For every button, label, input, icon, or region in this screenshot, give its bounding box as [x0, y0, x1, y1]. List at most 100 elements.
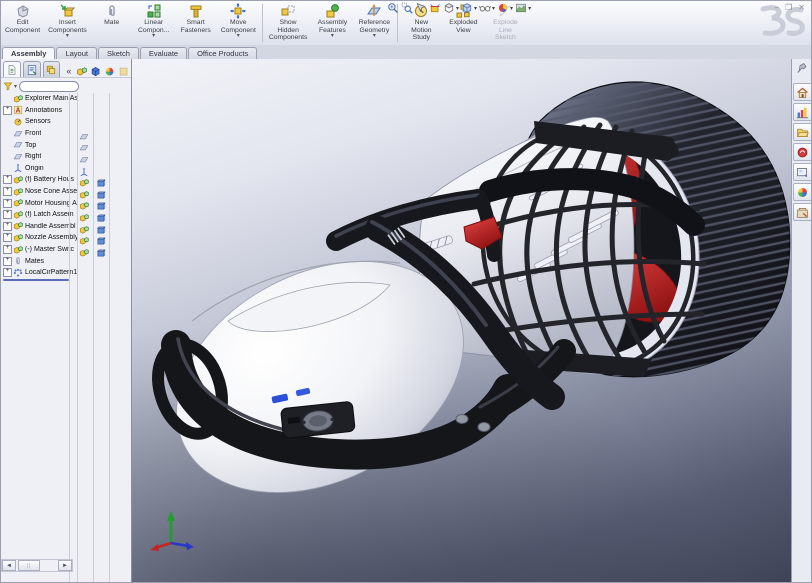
assembly-features-button[interactable]: AssemblyFeatures▾: [311, 1, 353, 45]
tree-item-origin[interactable]: Origin: [1, 163, 131, 175]
minimize-button[interactable]: –: [775, 3, 779, 13]
tree-item-sensors[interactable]: Sensors: [1, 116, 131, 128]
tree-item--f-battery-hous[interactable]: +(f) Battery Hous: [1, 174, 131, 186]
tab-layout[interactable]: Layout: [56, 47, 97, 59]
scroll-right-arrow[interactable]: ►: [58, 560, 72, 571]
tree-item--master-switc[interactable]: +(-) Master Switc: [1, 244, 131, 256]
propertymanager-tab[interactable]: [23, 61, 41, 77]
tree-item-motor-housing-a[interactable]: +Motor Housing A: [1, 197, 131, 209]
search-button[interactable]: [793, 143, 812, 161]
display-pane-bluebox-icon[interactable]: [96, 210, 106, 220]
expand-toggle[interactable]: +: [3, 106, 12, 115]
tree-item-handle-assembl[interactable]: +Handle Assembl: [1, 221, 131, 233]
tree-item-right[interactable]: Right: [1, 151, 131, 163]
display-pane-plane-icon[interactable]: [79, 129, 89, 139]
insert-components-button[interactable]: InsertComponents▾: [44, 1, 91, 45]
zoom-to-area-button[interactable]: [401, 2, 413, 14]
file-explorer-button[interactable]: [793, 123, 812, 141]
display-pane-display-mode-header[interactable]: [90, 64, 101, 76]
display-pane-appearance-header[interactable]: [104, 64, 115, 76]
dropdown-caret-icon[interactable]: ▾: [510, 5, 513, 12]
restore-button[interactable]: ❐: [785, 3, 792, 13]
scroll-thumb[interactable]: ||: [18, 560, 40, 571]
display-pane-component-icon[interactable]: [79, 233, 89, 243]
linear-component-pattern-button[interactable]: LinearCompon...▾: [133, 1, 175, 45]
dropdown-caret-icon[interactable]: ▾: [152, 34, 155, 39]
collapse-display-pane-button[interactable]: «: [66, 66, 71, 76]
tree-item-nozzle-assembly[interactable]: +Nozzle Assembly: [1, 232, 131, 244]
pushpin-icon[interactable]: [796, 61, 810, 73]
display-pane-bluebox-icon[interactable]: [96, 245, 106, 255]
expand-toggle[interactable]: +: [3, 222, 12, 231]
dropdown-caret-icon[interactable]: ▾: [237, 34, 240, 39]
dropdown-caret-icon[interactable]: ▾: [528, 5, 531, 12]
hide-show-items-button[interactable]: ▾: [479, 2, 495, 14]
rollback-bar[interactable]: [3, 279, 69, 281]
expand-toggle[interactable]: +: [3, 268, 12, 277]
tree-item-nose-cone-asse[interactable]: +Nose Cone Asse: [1, 186, 131, 198]
tab-sketch[interactable]: Sketch: [98, 47, 139, 59]
expand-toggle[interactable]: +: [3, 233, 12, 242]
graphics-area[interactable]: [132, 59, 791, 583]
tab-assembly[interactable]: Assembly: [2, 47, 55, 59]
scroll-track[interactable]: [40, 560, 58, 571]
tree-item-annotations[interactable]: +Annotations: [1, 105, 131, 117]
zoom-to-selection-button[interactable]: [415, 2, 427, 14]
expand-toggle[interactable]: +: [3, 199, 12, 208]
dropdown-caret-icon[interactable]: ▾: [474, 5, 477, 12]
appearances-scenes-button[interactable]: [793, 183, 812, 201]
display-pane-component-icon[interactable]: [79, 187, 89, 197]
tree-item-top[interactable]: Top: [1, 139, 131, 151]
display-pane-bluebox-icon[interactable]: [96, 187, 106, 197]
display-pane-bluebox-icon[interactable]: [96, 175, 106, 185]
display-pane-plane-icon[interactable]: [79, 152, 89, 162]
tree-filter-input[interactable]: [19, 81, 79, 92]
display-pane-transparency-header[interactable]: [118, 64, 129, 76]
display-pane-component-icon[interactable]: [79, 175, 89, 185]
display-pane-hide-show-header[interactable]: [76, 64, 87, 76]
display-pane-bluebox-icon[interactable]: [96, 233, 106, 243]
display-pane-bluebox-icon[interactable]: [96, 198, 106, 208]
configurationmanager-tab[interactable]: [43, 61, 61, 77]
smart-fasteners-button[interactable]: SmartFasteners: [175, 1, 217, 45]
scroll-left-arrow[interactable]: ◄: [2, 560, 16, 571]
solidworks-resources-button[interactable]: [793, 83, 812, 101]
expand-toggle[interactable]: +: [3, 175, 12, 184]
dropdown-caret-icon[interactable]: ▾: [331, 34, 334, 39]
display-pane-component-icon[interactable]: [79, 222, 89, 232]
custom-properties-button[interactable]: [793, 203, 812, 221]
expand-toggle[interactable]: +: [3, 245, 12, 254]
filter-caret-icon[interactable]: ▾: [14, 83, 17, 90]
move-component-button[interactable]: MoveComponent▾: [217, 1, 260, 45]
display-pane-component-icon[interactable]: [79, 198, 89, 208]
display-pane-plane-icon[interactable]: [79, 140, 89, 150]
edit-component-button[interactable]: EditComponent: [1, 1, 44, 45]
show-hidden-components-button[interactable]: ShowHiddenComponents: [265, 1, 312, 45]
dropdown-caret-icon[interactable]: ▾: [373, 34, 376, 39]
display-style-button[interactable]: ▾: [461, 2, 477, 14]
tree-item-front[interactable]: Front: [1, 128, 131, 140]
tab-evaluate[interactable]: Evaluate: [140, 47, 187, 59]
dropdown-caret-icon[interactable]: ▾: [66, 34, 69, 39]
display-pane-component-icon[interactable]: [79, 245, 89, 255]
dropdown-caret-icon[interactable]: ▾: [456, 5, 459, 12]
section-view-button[interactable]: [429, 2, 441, 14]
apply-scene-button[interactable]: ▾: [515, 2, 531, 14]
expand-toggle[interactable]: +: [3, 210, 12, 219]
tree-item-localcirpattern1[interactable]: +LocalCirPattern1: [1, 267, 131, 279]
tree-item-explorer-main-assem[interactable]: Explorer Main Assem: [1, 93, 131, 105]
close-button[interactable]: ✕: [798, 3, 805, 13]
featuremanager-tree-tab[interactable]: [3, 61, 21, 77]
design-library-button[interactable]: [793, 103, 812, 121]
tab-office-products[interactable]: Office Products: [188, 47, 257, 59]
tree-item--f-latch-assem[interactable]: +(f) Latch Assem: [1, 209, 131, 221]
view-orientation-button[interactable]: ▾: [443, 2, 459, 14]
display-pane-origin-icon[interactable]: [79, 164, 89, 174]
display-pane-bluebox-icon[interactable]: [96, 222, 106, 232]
zoom-to-fit-button[interactable]: [387, 2, 399, 14]
expand-toggle[interactable]: +: [3, 257, 12, 266]
mate-button[interactable]: Mate: [91, 1, 133, 45]
expand-toggle[interactable]: +: [3, 187, 12, 196]
display-pane-component-icon[interactable]: [79, 210, 89, 220]
edit-appearance-button[interactable]: ▾: [497, 2, 513, 14]
